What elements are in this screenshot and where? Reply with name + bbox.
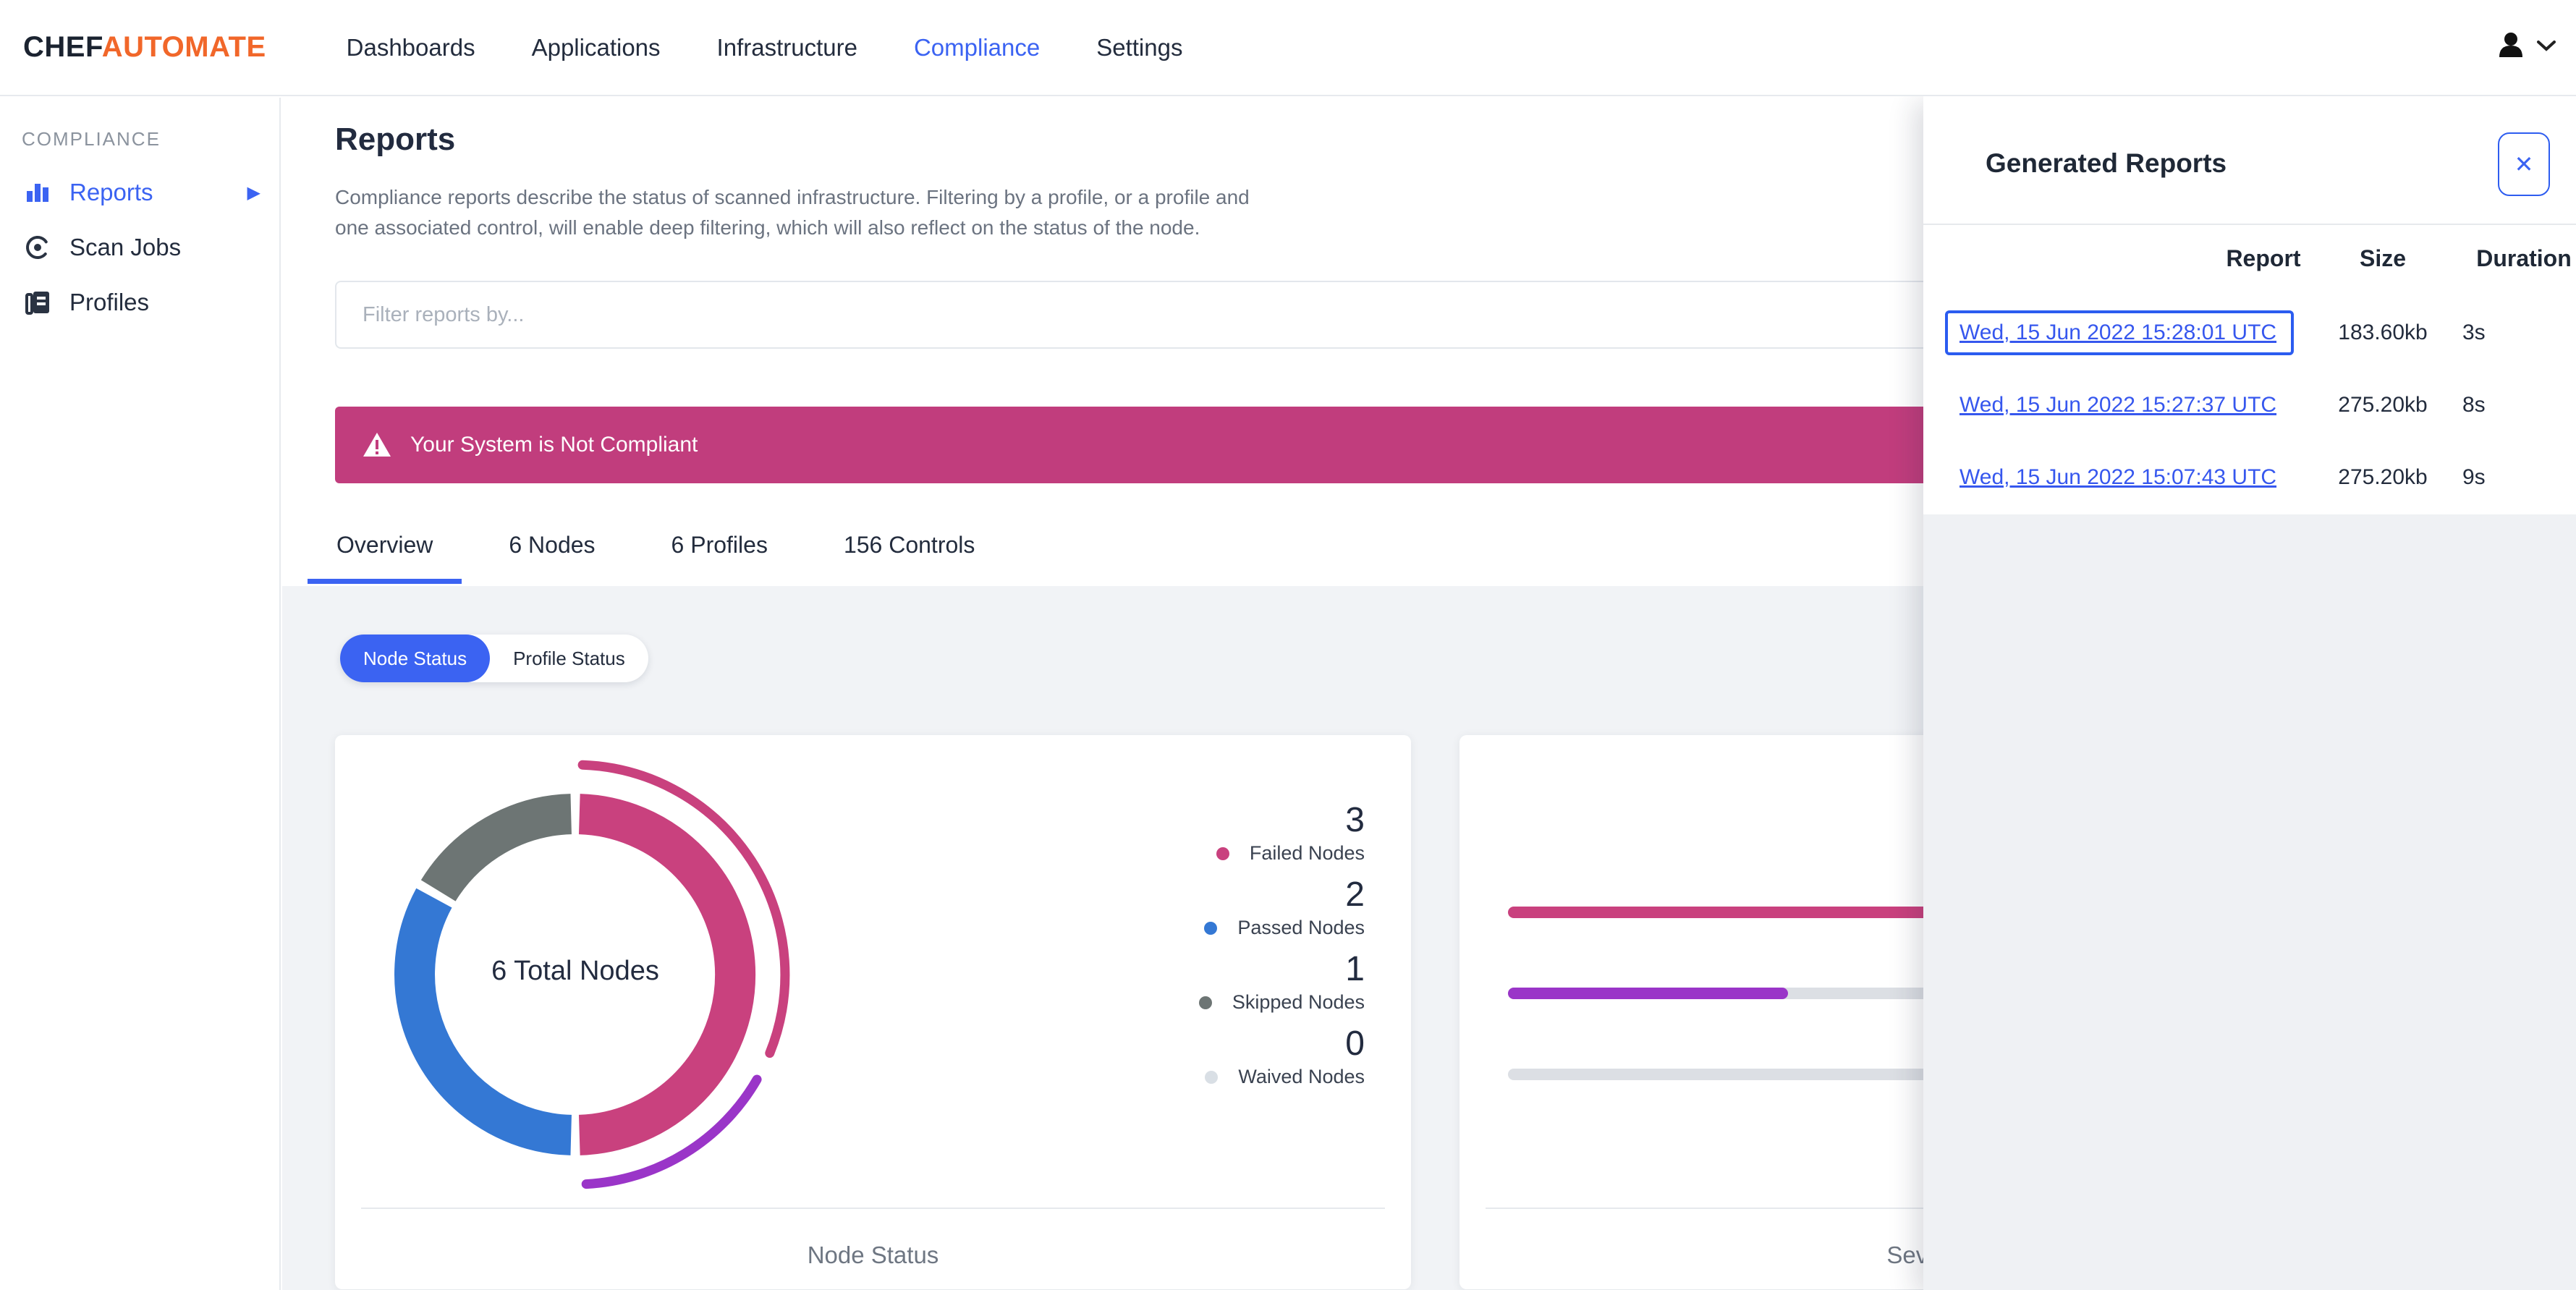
link-box: Wed, 15 Jun 2022 15:27:37 UTC (1945, 383, 2294, 428)
legend-label: Waived Nodes (1238, 1066, 1365, 1087)
sidebar-section-label: COMPLIANCE (22, 128, 161, 150)
sidebar-item-label: Reports (69, 179, 153, 205)
page-description: Compliance reports describe the status o… (335, 182, 1250, 243)
tab-overview[interactable]: Overview (308, 532, 462, 584)
nav-item-dashboards[interactable]: Dashboards (318, 34, 504, 61)
report-size: 275.20kb (2338, 393, 2428, 417)
legend-item-waived: 0 Waived Nodes (1199, 1025, 1365, 1088)
legend-label: Failed Nodes (1249, 842, 1365, 864)
chevron-down-icon (2537, 40, 2556, 55)
column-header-size: Size (2359, 245, 2407, 271)
passed-dot-icon (1204, 921, 1218, 935)
brand-chef: CHEF (23, 31, 102, 63)
toggle-profile-status[interactable]: Profile Status (490, 635, 648, 682)
donut-center-label: 6 Total Nodes (491, 956, 659, 986)
tab-profiles[interactable]: 6 Profiles (643, 532, 797, 584)
tab-nodes[interactable]: 6 Nodes (480, 532, 624, 584)
waived-dot-icon (1205, 1070, 1219, 1084)
report-tabs: Overview 6 Nodes 6 Profiles 156 Controls (308, 532, 1022, 584)
nav-item-applications[interactable]: Applications (504, 34, 689, 61)
report-link[interactable]: Wed, 15 Jun 2022 15:07:43 UTC (1959, 465, 2276, 489)
skipped-dot-icon (1198, 996, 1212, 1009)
alert-text: Your System is Not Compliant (410, 433, 698, 457)
nav-links: Dashboards Applications Infrastructure C… (318, 34, 1211, 61)
severity-bar-major-fill (1508, 988, 1789, 999)
toggle-node-status[interactable]: Node Status (340, 635, 491, 682)
page-description-line2: one associated control, will enable deep… (335, 216, 1200, 239)
tab-controls[interactable]: 156 Controls (815, 532, 1004, 584)
legend-label: Passed Nodes (1237, 917, 1365, 938)
legend-item-passed: 2 Passed Nodes (1199, 876, 1365, 939)
sidebar-item-reports[interactable]: Reports ▶ (0, 165, 279, 220)
brand-automate: AUTOMATE (101, 31, 266, 63)
report-size: 275.20kb (2338, 465, 2428, 489)
radar-icon (22, 232, 54, 263)
legend-value: 3 (1345, 801, 1365, 839)
sidebar-item-profiles[interactable]: Profiles (0, 275, 279, 330)
report-duration: 3s (2462, 321, 2486, 344)
node-status-card-title: Node Status (807, 1242, 939, 1268)
report-link[interactable]: Wed, 15 Jun 2022 15:27:37 UTC (1959, 393, 2276, 417)
nav-item-settings[interactable]: Settings (1068, 34, 1211, 61)
table-row: Wed, 15 Jun 2022 15:28:01 UTC 183.60kb 3… (1923, 297, 2576, 369)
drawer-divider (1923, 224, 2576, 225)
report-rows: Wed, 15 Jun 2022 15:28:01 UTC 183.60kb 3… (1923, 297, 2576, 514)
failed-dot-icon (1216, 846, 1229, 860)
status-toggle: Node Status Profile Status (340, 635, 648, 682)
page-description-line1: Compliance reports describe the status o… (335, 186, 1250, 208)
card-divider (361, 1208, 1385, 1209)
page-title: Reports (335, 122, 456, 157)
donut-passed-segment (394, 888, 572, 1155)
top-nav: CHEFAUTOMATE Dashboards Applications Inf… (0, 0, 2576, 96)
legend-value: 1 (1345, 950, 1365, 988)
nav-item-compliance[interactable]: Compliance (886, 34, 1068, 61)
nav-item-infrastructure[interactable]: Infrastructure (689, 34, 886, 61)
drawer-title: Generated Reports (1986, 148, 2227, 178)
legend-item-failed: 3 Failed Nodes (1199, 802, 1365, 865)
generated-reports-panel: Generated Reports ✕ Report Size Duration… (1923, 96, 2576, 514)
node-status-card: 6 Total Nodes 3 Failed Nodes 2 Passed No… (335, 735, 1411, 1289)
node-status-legend: 3 Failed Nodes 2 Passed Nodes 1 Skipped … (1198, 802, 1365, 1100)
report-size: 183.60kb (2338, 321, 2428, 344)
report-duration: 8s (2462, 393, 2486, 417)
report-duration: 9s (2462, 465, 2486, 489)
sidebar: COMPLIANCE Reports ▶ Scan Jobs Profiles (0, 98, 281, 1290)
report-link[interactable]: Wed, 15 Jun 2022 15:28:01 UTC (1959, 321, 2276, 344)
close-icon[interactable]: ✕ (2498, 132, 2550, 196)
bar-chart-icon (22, 178, 54, 207)
column-header-duration: Duration (2476, 245, 2572, 271)
user-menu[interactable] (2495, 30, 2556, 65)
documents-icon (22, 287, 54, 318)
brand-logo[interactable]: CHEFAUTOMATE (23, 31, 266, 64)
legend-value: 0 (1345, 1024, 1365, 1063)
user-avatar-icon (2495, 30, 2527, 65)
table-row: Wed, 15 Jun 2022 15:07:43 UTC 275.20kb 9… (1923, 441, 2576, 514)
generated-reports-drawer: Generated Reports ✕ Report Size Duration… (1923, 96, 2576, 1290)
sidebar-item-scan-jobs[interactable]: Scan Jobs (0, 220, 279, 275)
warning-icon (363, 432, 391, 458)
focused-link-box: Wed, 15 Jun 2022 15:28:01 UTC (1945, 310, 2295, 355)
link-box: Wed, 15 Jun 2022 15:07:43 UTC (1945, 455, 2294, 500)
submenu-arrow-icon[interactable]: ▶ (247, 182, 260, 203)
legend-value: 2 (1345, 875, 1365, 914)
table-row: Wed, 15 Jun 2022 15:27:37 UTC 275.20kb 8… (1923, 369, 2576, 441)
legend-item-skipped: 1 Skipped Nodes (1198, 950, 1365, 1014)
sidebar-item-label: Scan Jobs (69, 234, 182, 260)
legend-label: Skipped Nodes (1232, 991, 1365, 1013)
donut-skipped-segment (420, 794, 572, 902)
sidebar-item-label: Profiles (69, 289, 150, 315)
